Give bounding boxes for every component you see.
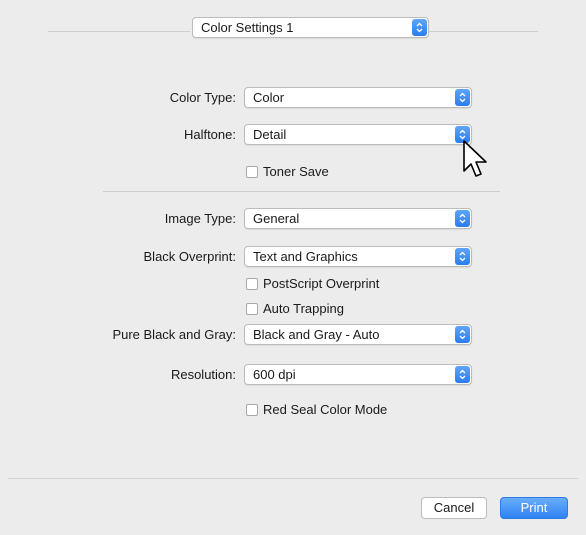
up-down-chevron-icon: [455, 210, 470, 227]
black-overprint-label: Black Overprint:: [143, 249, 236, 264]
footer-divider: [8, 478, 578, 479]
pure-black-gray-label: Pure Black and Gray:: [112, 327, 236, 342]
black-overprint-popup[interactable]: Text and Graphics: [244, 246, 472, 267]
color-type-popup[interactable]: Color: [244, 87, 472, 108]
top-divider-left: [48, 31, 190, 32]
color-type-value: Color: [253, 90, 285, 105]
up-down-chevron-icon: [455, 248, 470, 265]
cancel-button[interactable]: Cancel: [421, 497, 487, 519]
toner-save-label: Toner Save: [263, 164, 329, 179]
toner-save-checkbox[interactable]: Toner Save: [246, 164, 329, 179]
resolution-value: 600 dpi: [253, 367, 296, 382]
image-type-popup[interactable]: General: [244, 208, 472, 229]
image-type-label: Image Type:: [164, 211, 236, 226]
toner-save-box[interactable]: [246, 165, 258, 178]
halftone-popup[interactable]: Detail: [244, 124, 472, 145]
halftone-label: Halftone:: [183, 127, 236, 142]
resolution-label: Resolution:: [170, 367, 236, 382]
pure-black-gray-popup[interactable]: Black and Gray - Auto: [244, 324, 472, 345]
red-seal-color-mode-box[interactable]: [246, 403, 258, 416]
auto-trapping-checkbox[interactable]: Auto Trapping: [246, 301, 344, 316]
print-button[interactable]: Print: [500, 497, 568, 519]
red-seal-color-mode-checkbox[interactable]: Red Seal Color Mode: [246, 402, 387, 417]
image-type-value: General: [253, 211, 300, 226]
up-down-chevron-icon: [455, 89, 470, 106]
resolution-popup[interactable]: 600 dpi: [244, 364, 472, 385]
red-seal-color-mode-label: Red Seal Color Mode: [263, 402, 388, 417]
color-settings-value: Color Settings 1: [201, 20, 294, 35]
auto-trapping-label: Auto Trapping: [263, 301, 344, 316]
arrow-pointer-icon: [463, 140, 487, 177]
up-down-chevron-icon: [455, 366, 470, 383]
postscript-overprint-label: PostScript Overprint: [263, 276, 380, 291]
postscript-overprint-checkbox[interactable]: PostScript Overprint: [246, 276, 379, 291]
color-settings-popup[interactable]: Color Settings 1: [192, 17, 429, 38]
up-down-chevron-icon: [455, 326, 470, 343]
black-overprint-value: Text and Graphics: [253, 249, 358, 264]
postscript-overprint-box[interactable]: [246, 277, 258, 290]
pure-black-gray-value: Black and Gray - Auto: [253, 327, 380, 342]
auto-trapping-box[interactable]: [246, 302, 258, 315]
halftone-value: Detail: [253, 127, 287, 142]
top-divider-right: [428, 31, 538, 32]
section-divider: [103, 191, 500, 192]
up-down-chevron-icon: [412, 19, 427, 36]
color-type-label: Color Type:: [169, 90, 236, 105]
